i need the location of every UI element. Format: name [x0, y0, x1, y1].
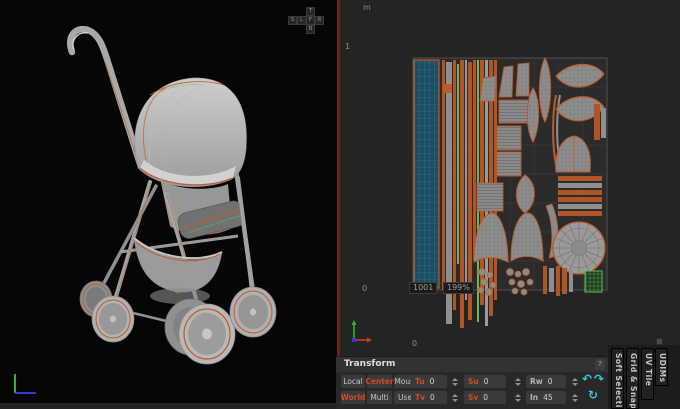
down-arrow-icon[interactable] [571, 382, 578, 386]
increment-field[interactable]: In 45 [526, 391, 566, 404]
tab-udims[interactable]: UDIMs [655, 348, 668, 386]
view-top-button[interactable]: T [306, 7, 315, 16]
axis-gizmo-uv-icon [351, 320, 372, 343]
translate-u-stepper[interactable] [450, 375, 459, 388]
space-local-button[interactable]: Local [341, 375, 365, 388]
ruler-v-one: 1 [345, 42, 351, 51]
pivot-multi-button[interactable]: Multi [367, 391, 392, 404]
view-side-button[interactable]: S [288, 16, 297, 25]
rotate-cw-icon[interactable]: ↷ [594, 373, 604, 385]
tab-uv-tile[interactable]: UV Tile [641, 348, 654, 400]
scale-v-value: 0 [483, 393, 489, 402]
translate-v-value: 0 [430, 393, 435, 402]
uv-island-green[interactable] [584, 270, 603, 293]
up-arrow-icon[interactable] [514, 393, 521, 397]
transform-panel: Transform ? Local Center Mouse Tu 0 Su 0… [336, 356, 608, 409]
help-icon[interactable]: ? [595, 359, 605, 370]
rotate-ccw-icon[interactable]: ↶ [582, 373, 592, 385]
scale-v-label: Sv [468, 393, 479, 402]
tile-coverage-label: 199% [443, 282, 474, 294]
rotate-w-label: Rw [530, 377, 543, 386]
pivot-center-button[interactable]: Center [365, 375, 394, 388]
rotate-w-field[interactable]: Rw 0 [526, 375, 566, 388]
ruler-v-zero: 0 [362, 284, 368, 293]
space-world-button[interactable]: World [341, 391, 365, 404]
ruler-h-zero: 0 [412, 339, 418, 348]
viewport-bottom-strip [0, 403, 337, 409]
translate-u-value: 0 [429, 377, 435, 386]
rotate-w-stepper[interactable] [570, 375, 579, 388]
uv-island-blue[interactable] [413, 59, 440, 289]
view-right-button[interactable]: R [315, 16, 324, 25]
scale-u-field[interactable]: Su 0 [464, 375, 506, 388]
up-arrow-icon[interactable] [451, 393, 458, 397]
tab-soft-selection[interactable]: Soft Selection [611, 348, 624, 409]
rotate-island-icon[interactable]: ↻ [588, 389, 598, 401]
view-left-button[interactable]: L [297, 16, 306, 25]
scale-u-value: 0 [483, 377, 489, 386]
viewport-3d[interactable]: T S L F R B [0, 0, 337, 409]
increment-value: 45 [543, 393, 553, 402]
translate-v-stepper[interactable] [450, 391, 459, 404]
up-arrow-icon[interactable] [451, 377, 458, 381]
up-arrow-icon[interactable] [571, 393, 578, 397]
down-arrow-icon[interactable] [514, 382, 521, 386]
down-arrow-icon[interactable] [451, 382, 458, 386]
translate-u-field[interactable]: Tu 0 [411, 375, 447, 388]
translate-v-field[interactable]: Tv 0 [411, 391, 447, 404]
stroller-model[interactable] [0, 0, 337, 409]
axis-gizmo-3d-icon [14, 374, 36, 394]
translate-v-label: Tv [415, 393, 426, 402]
translate-u-label: Tu [415, 377, 425, 386]
view-front-button[interactable]: F [306, 16, 315, 25]
transform-panel-title[interactable]: Transform [336, 357, 608, 372]
down-arrow-icon[interactable] [514, 398, 521, 402]
tile-id-label: 1001 [409, 282, 438, 294]
tab-grid-snap[interactable]: Grid & Snap [626, 348, 639, 409]
up-arrow-icon[interactable] [571, 377, 578, 381]
down-arrow-icon[interactable] [451, 398, 458, 402]
scale-v-field[interactable]: Sv 0 [464, 391, 506, 404]
ruler-unit: m [363, 3, 371, 12]
scale-u-stepper[interactable] [513, 375, 522, 388]
view-bottom-button[interactable]: B [306, 25, 315, 34]
scale-v-stepper[interactable] [513, 391, 522, 404]
increment-label: In [530, 393, 539, 402]
uv-island-wheel[interactable] [552, 221, 606, 275]
rotate-w-value: 0 [547, 377, 553, 386]
app-window: T S L F R B m 1 0 0 1001 199% Transform … [0, 0, 680, 409]
scale-u-label: Su [468, 377, 479, 386]
panel-toggle-icon[interactable] [656, 338, 663, 345]
increment-stepper[interactable] [570, 391, 579, 404]
up-arrow-icon[interactable] [514, 377, 521, 381]
down-arrow-icon[interactable] [571, 398, 578, 402]
